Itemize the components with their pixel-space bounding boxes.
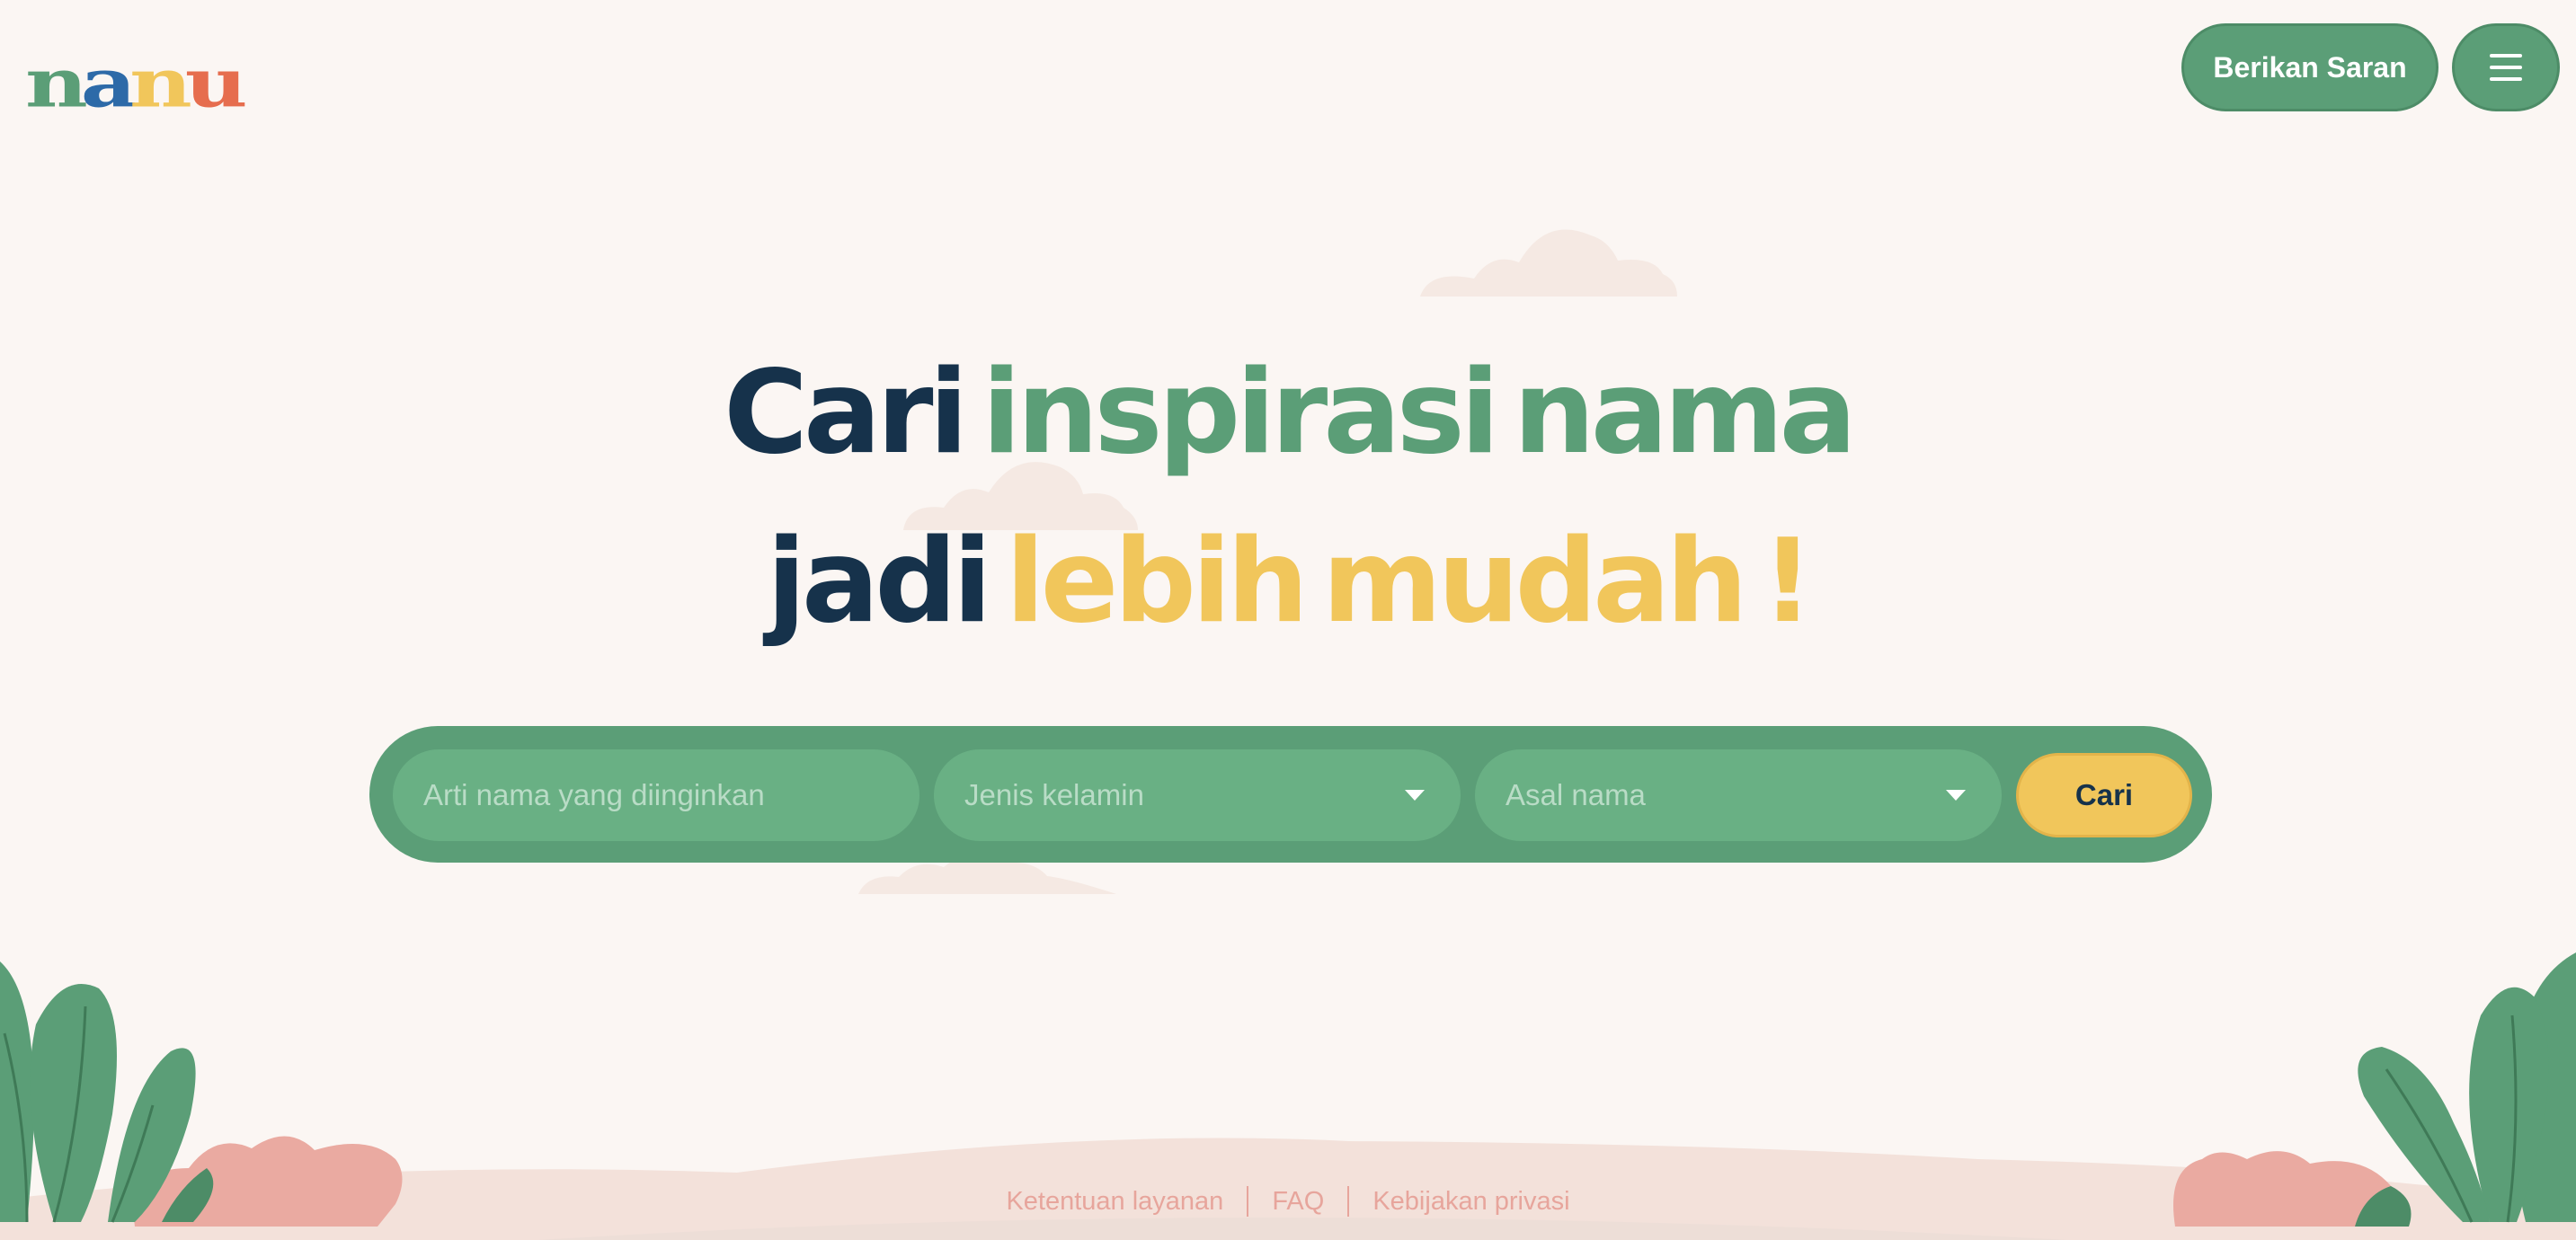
hero-word: mudah bbox=[1322, 515, 1748, 649]
name-meaning-placeholder: Arti nama yang diinginkan bbox=[423, 778, 765, 811]
gender-select[interactable]: Jenis kelamin bbox=[934, 749, 1461, 841]
name-origin-placeholder: Asal nama bbox=[1506, 778, 1646, 811]
search-button[interactable]: Cari bbox=[2016, 753, 2192, 837]
hero-word: nama bbox=[1513, 346, 1857, 480]
chevron-down-icon bbox=[1946, 790, 1966, 801]
hero-headline-line2: jadi lebih mudah! bbox=[0, 525, 2576, 640]
hero-word: Cari bbox=[724, 346, 968, 480]
menu-button[interactable] bbox=[2452, 23, 2560, 111]
name-meaning-input[interactable]: Arti nama yang diinginkan bbox=[393, 749, 919, 841]
hero-word: inspirasi bbox=[982, 346, 1499, 480]
chevron-down-icon bbox=[1405, 790, 1425, 801]
hero-headline-line1: Cari inspirasi nama bbox=[0, 356, 2576, 471]
logo-letter: n bbox=[129, 43, 192, 123]
terms-link[interactable]: Ketentuan layanan bbox=[1006, 1187, 1223, 1217]
gender-placeholder: Jenis kelamin bbox=[964, 778, 1144, 811]
logo-letter: n bbox=[25, 43, 88, 123]
give-suggestion-button[interactable]: Berikan Saran bbox=[2181, 23, 2438, 111]
logo-letter: u bbox=[184, 43, 248, 123]
hamburger-icon bbox=[2490, 54, 2522, 58]
hero-word: lebih bbox=[1005, 515, 1309, 649]
logo-letter: a bbox=[80, 43, 137, 123]
faq-link[interactable]: FAQ bbox=[1272, 1187, 1324, 1217]
nanu-logo[interactable]: n a n u bbox=[25, 31, 248, 123]
search-bar: Arti nama yang diinginkan Jenis kelamin … bbox=[369, 726, 2212, 863]
name-origin-select[interactable]: Asal nama bbox=[1475, 749, 2002, 841]
footer-links: Ketentuan layanan FAQ Kebijakan privasi bbox=[0, 1186, 2576, 1217]
hero-word: ! bbox=[1761, 515, 1814, 649]
divider bbox=[1347, 1186, 1350, 1217]
divider bbox=[1247, 1186, 1249, 1217]
hero-word: jadi bbox=[766, 515, 992, 649]
privacy-link[interactable]: Kebijakan privasi bbox=[1372, 1187, 1569, 1217]
